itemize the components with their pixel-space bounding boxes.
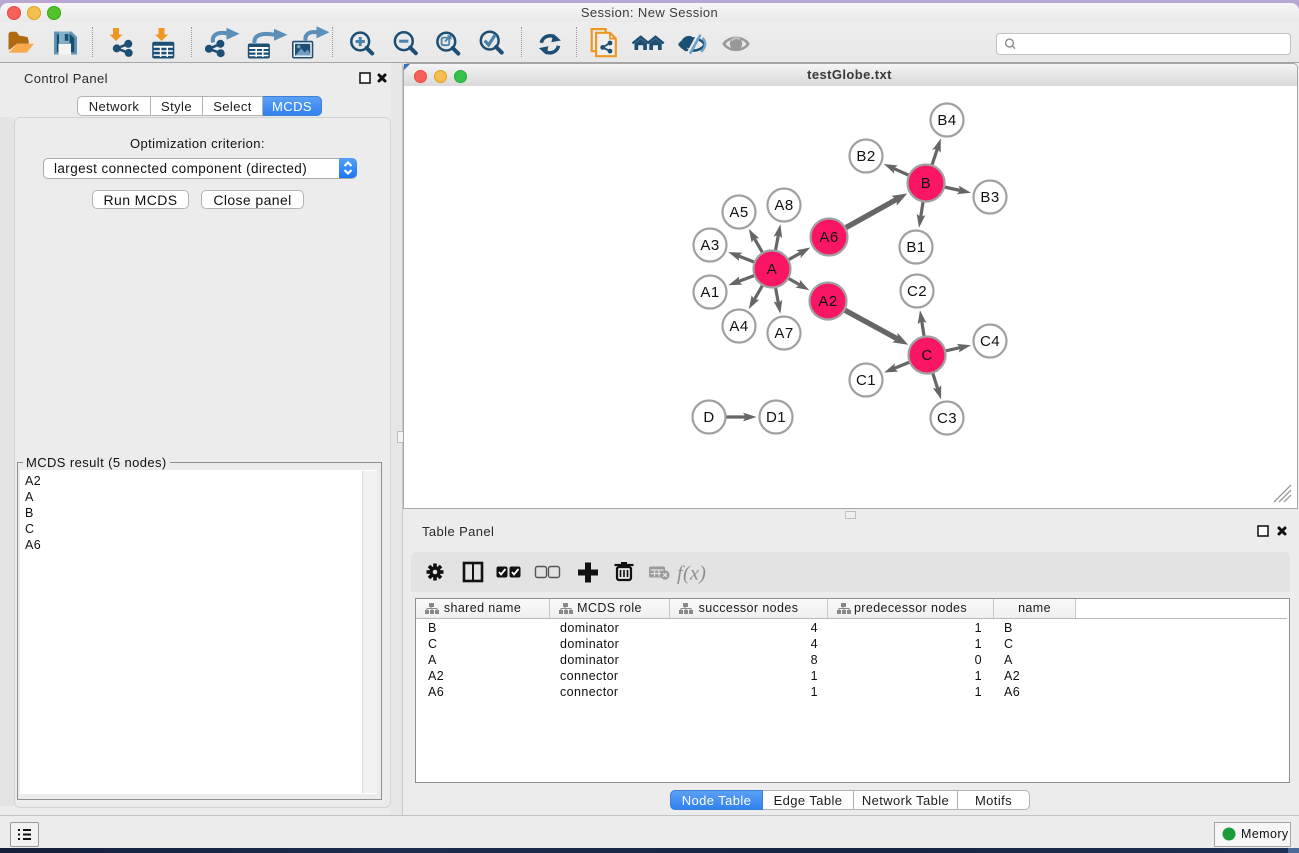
svg-text:f(x): f(x) bbox=[677, 563, 706, 585]
